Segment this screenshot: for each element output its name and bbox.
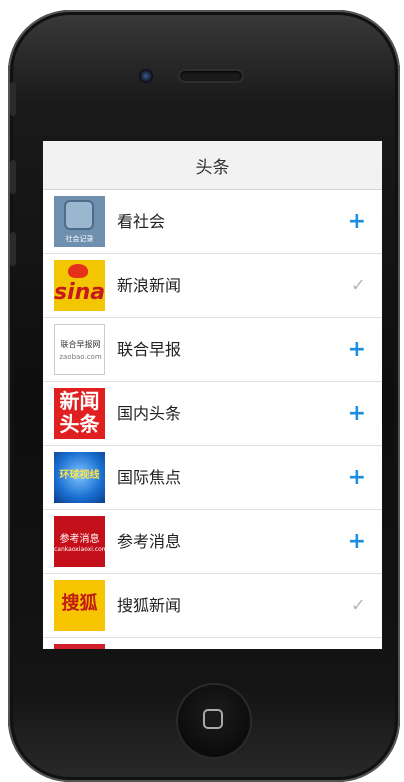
logo-subtext: zaobao.com (59, 353, 102, 361)
sohu-logo: 搜狐 (54, 580, 105, 631)
guonei-logo: 新闻 头条 (54, 388, 105, 439)
list-item-lianhezaobao[interactable]: 联合早报网 zaobao.com 联合早报 + (43, 318, 382, 382)
list-item-label: 联合早报 (117, 340, 182, 359)
front-camera (139, 69, 153, 83)
logo-text: 社会记录 (65, 235, 94, 243)
nav-bar: 头条 (43, 141, 382, 190)
plus-icon[interactable]: + (348, 446, 366, 509)
list-item-souhu[interactable]: 搜狐 搜狐新闻 ✓ (43, 574, 382, 638)
logo-text: 参考消息 (59, 534, 100, 545)
list-item-label: 新浪新闻 (117, 276, 182, 295)
mute-switch (10, 82, 16, 116)
list-item-partial[interactable] (43, 638, 382, 649)
logo-text: 环球视线 (59, 470, 100, 481)
logo-subtext: cankaoxiaoxi.com (54, 546, 105, 553)
list-item-guoneitoutiao[interactable]: 新闻 头条 国内头条 + (43, 382, 382, 446)
list-item-guojijiaodian[interactable]: 环球视线 国际焦点 + (43, 446, 382, 510)
sina-logo: sina (54, 260, 105, 311)
plus-icon[interactable]: + (348, 318, 366, 381)
zaobao-logo: 联合早报网 zaobao.com (54, 324, 105, 375)
kanshehui-logo: 社会记录 (54, 196, 105, 247)
check-icon[interactable]: ✓ (351, 254, 366, 317)
earpiece-speaker (180, 71, 242, 81)
list-item-label: 国际焦点 (117, 468, 182, 487)
page-title: 头条 (195, 157, 230, 178)
puzzle-icon (66, 202, 92, 228)
home-button-icon (203, 709, 223, 729)
list-item-label: 参考消息 (117, 532, 182, 551)
plus-icon[interactable]: + (348, 510, 366, 573)
partial-logo (54, 644, 105, 649)
cankao-logo: 参考消息 cankaoxiaoxi.com (54, 516, 105, 567)
plus-icon[interactable]: + (348, 190, 366, 253)
list-item-label: 搜狐新闻 (117, 596, 182, 615)
logo-text: 搜狐 (61, 593, 98, 614)
list-item-label: 看社会 (117, 212, 166, 231)
volume-up-button (10, 160, 16, 194)
volume-down-button (10, 232, 16, 266)
logo-text: 头条 (59, 412, 100, 436)
logo-text: sina (54, 280, 105, 305)
list-item-cankaoxiaoxi[interactable]: 参考消息 cankaoxiaoxi.com 参考消息 + (43, 510, 382, 574)
logo-text: 新闻 (59, 389, 100, 413)
logo-text: 联合早报网 (60, 340, 101, 349)
check-icon[interactable]: ✓ (351, 574, 366, 637)
plus-icon[interactable]: + (348, 382, 366, 445)
list-item-kanshehui[interactable]: 社会记录 看社会 + (43, 190, 382, 254)
sina-eye-icon (68, 264, 88, 278)
list-item-label: 国内头条 (117, 404, 182, 423)
list-item-sina[interactable]: sina 新浪新闻 ✓ (43, 254, 382, 318)
app-screen: 头条 社会记录 看社会 + sina 新浪新闻 ✓ 联合早报网 zaobao.c… (43, 141, 382, 649)
globe-logo: 环球视线 (54, 452, 105, 503)
